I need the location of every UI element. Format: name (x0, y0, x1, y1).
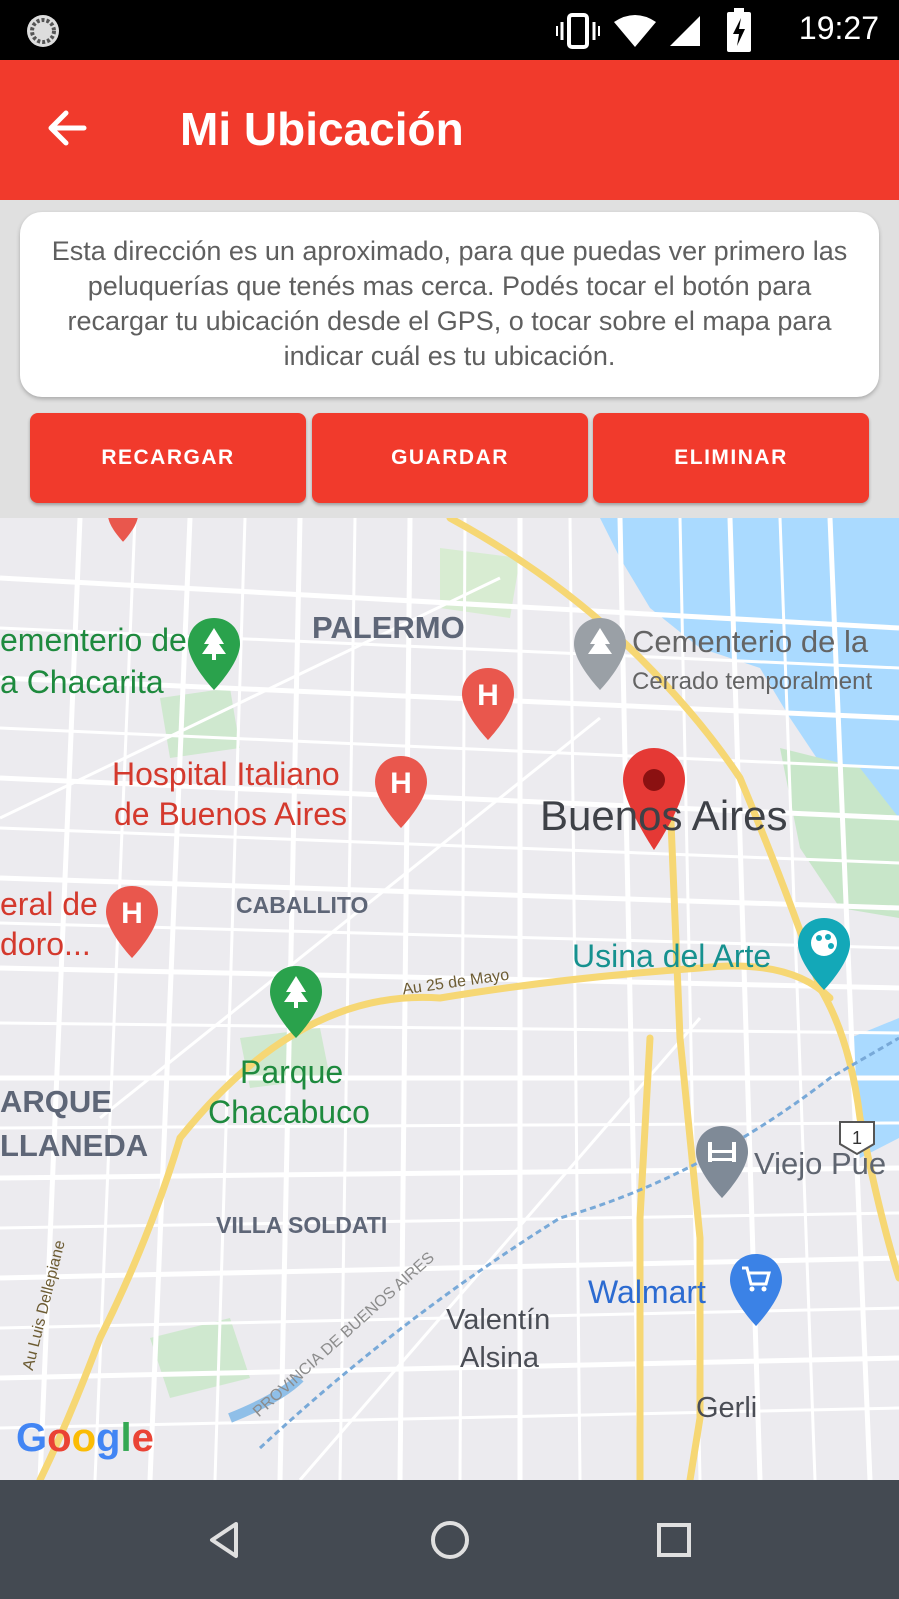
map-label-cementerio-right: Cementerio de la (632, 624, 869, 659)
shopping-cart-icon[interactable] (730, 1254, 782, 1326)
map-label-parque-line1: ARQUE (0, 1084, 112, 1119)
park-icon[interactable] (270, 966, 322, 1038)
home-circle-icon[interactable] (420, 1510, 480, 1570)
map-label-gerli: Gerli (696, 1392, 758, 1424)
info-card: Esta dirección es un aproximado, para qu… (20, 212, 879, 397)
map-label-city: Buenos Aires (540, 792, 788, 839)
wifi-icon (614, 15, 656, 47)
svg-text:H: H (390, 767, 412, 800)
map-label-parque-chacabuco-2: Chacabuco (208, 1094, 370, 1130)
page-title: Mi Ubicación (180, 103, 464, 155)
map-label-usina: Usina del Arte (572, 938, 772, 974)
status-bar: 19:27 (0, 0, 899, 60)
hospital-icon[interactable]: H (375, 756, 427, 828)
map-label-parque-line2: LLANEDA (0, 1128, 149, 1163)
recents-square-icon[interactable] (644, 1510, 704, 1570)
hospital-icon[interactable]: H (462, 668, 514, 740)
nav-bar (0, 1480, 899, 1599)
map-label-hospital-1: Hospital Italiano (112, 756, 340, 792)
hospital-icon[interactable]: H (106, 886, 158, 958)
map-label-valentin-2: Alsina (460, 1342, 539, 1374)
cemetery-icon[interactable] (574, 618, 626, 690)
map-label-cementerio-left-1: ementerio de (0, 622, 187, 658)
svg-text:H: H (477, 679, 499, 712)
google-logo: Google (16, 1416, 154, 1460)
map-label-parque-chacabuco-1: Parque (240, 1054, 344, 1090)
screen: 19:27 Mi Ubicación Esta dirección es un … (0, 0, 899, 1599)
status-time: 19:27 (798, 10, 879, 46)
vibrate-icon (556, 13, 600, 49)
map-view[interactable]: H H H 1 PALERMO CABALLITO VILLA SOLDATI … (0, 518, 899, 1480)
svg-text:H: H (121, 897, 143, 930)
save-button[interactable]: GUARDAR (312, 413, 588, 503)
map-label-walmart: Walmart (588, 1274, 706, 1310)
notification-icon (27, 15, 59, 47)
map-label-cementerio-left-2: a Chacarita (0, 664, 164, 700)
back-triangle-icon[interactable] (196, 1510, 256, 1570)
app-bar: Mi Ubicación (0, 60, 899, 200)
map-label-hospital-left-1: eral de (0, 886, 98, 922)
map-label-hospital-left-2: doro... (0, 926, 91, 962)
info-text: Esta dirección es un aproximado, para qu… (51, 236, 848, 371)
map-label-viejo-puente: Viejo Pue (754, 1146, 887, 1181)
signal-icon (670, 16, 700, 46)
map-label-palermo: PALERMO (312, 610, 465, 645)
reload-button[interactable]: RECARGAR (30, 413, 306, 503)
map-label-villa-soldati: VILLA SOLDATI (216, 1212, 388, 1238)
bridge-icon[interactable] (696, 1126, 748, 1198)
arrow-back-icon[interactable] (40, 100, 96, 156)
park-icon[interactable] (188, 618, 240, 690)
palette-icon[interactable] (798, 918, 850, 990)
map-label-cementerio-right-sub: Cerrado temporalment (632, 668, 873, 695)
map-label-hospital-2: de Buenos Aires (114, 796, 348, 832)
map-label-valentin-1: Valentín (446, 1304, 551, 1336)
delete-button[interactable]: ELIMINAR (593, 413, 869, 503)
map-label-caballito: CABALLITO (236, 892, 369, 918)
battery-charging-icon (727, 8, 751, 52)
route-shield-number: 1 (852, 1128, 862, 1148)
hospital-icon[interactable] (108, 518, 138, 542)
